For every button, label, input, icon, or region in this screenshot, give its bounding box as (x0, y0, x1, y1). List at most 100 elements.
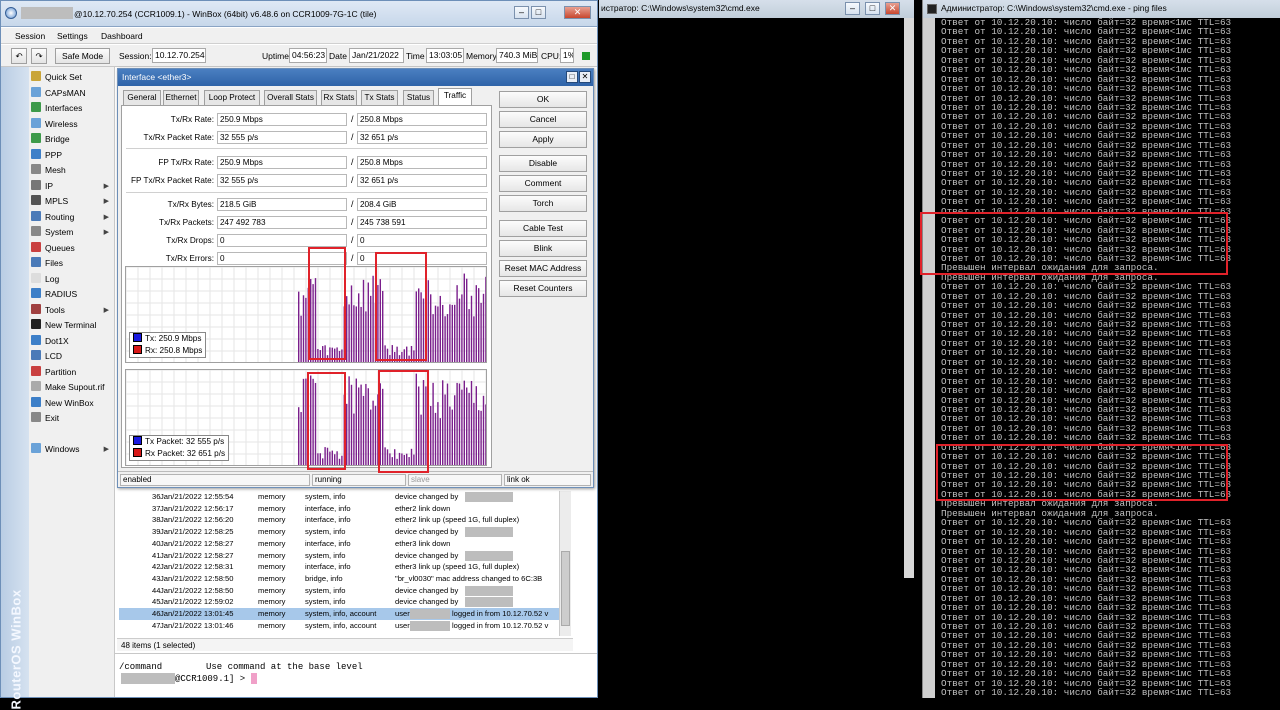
log-row[interactable]: 40 Jan/21/2022 12:58:27 memory interface, i… (119, 538, 569, 550)
cable-test-button[interactable]: Cable Test (499, 220, 587, 237)
sidebar-item-tools[interactable]: Tools ▶ (31, 303, 113, 319)
undo-button[interactable]: ↶ (11, 48, 27, 64)
sidebar-item-radius[interactable]: RADIUS (31, 287, 113, 303)
sidebar-item-quick-set[interactable]: Quick Set (31, 70, 113, 86)
tab-tx-stats[interactable]: Tx Stats (361, 90, 398, 105)
cmd-titlebar[interactable]: истратор: C:\Windows\system32\cmd.exe – … (599, 0, 914, 18)
cmd-scrollbar[interactable] (904, 18, 914, 578)
cmd-ping-titlebar[interactable]: Администратор: C:\Windows\system32\cmd.e… (923, 0, 1280, 18)
tab-loop-protect[interactable]: Loop Protect (204, 90, 260, 105)
sidebar-item-dot1x[interactable]: Dot1X (31, 334, 113, 350)
sidebar-item-capsman[interactable]: CAPsMAN (31, 86, 113, 102)
log-time: Jan/21/2022 12:58:27 (160, 538, 234, 548)
ping-reply-line: Ответ от 10.12.20.10: число байт=32 врем… (941, 395, 1232, 405)
field-separator: / (351, 132, 354, 142)
cancel-button[interactable]: Cancel (499, 111, 587, 128)
disable-button[interactable]: Disable (499, 155, 587, 172)
log-row[interactable]: 36 Jan/21/2022 12:55:54 memory system, info… (119, 491, 569, 503)
minimize-button[interactable]: – (514, 6, 529, 19)
sidebar-item-queues[interactable]: Queues (31, 241, 113, 257)
log-topics: system, info (305, 527, 346, 537)
dialog-titlebar[interactable]: Interface <ether3> □ ✕ (118, 69, 593, 86)
sidebar-item-log[interactable]: Log (31, 272, 113, 288)
log-row[interactable]: 45 Jan/21/2022 12:59:02 memory system, info… (119, 596, 569, 608)
sidebar-item-new-terminal[interactable]: New Terminal (31, 318, 113, 334)
ok-button[interactable]: OK (499, 91, 587, 108)
cmd-close-button[interactable]: ✕ (885, 2, 900, 15)
cmd-window-ping[interactable]: Администратор: C:\Windows\system32\cmd.e… (922, 0, 1280, 698)
maximize-button[interactable]: □ (531, 6, 546, 19)
sidebar-item-system[interactable]: System ▶ (31, 225, 113, 241)
log-scrollbar[interactable] (559, 491, 571, 636)
log-row[interactable]: 41 Jan/21/2022 12:58:27 memory system, info… (119, 550, 569, 562)
close-button[interactable]: ✕ (564, 6, 591, 19)
tab-rx-stats[interactable]: Rx Stats (321, 90, 357, 105)
field-label: Tx/Rx Bytes: (167, 200, 214, 209)
field-rx-value: 245 738 591 (357, 216, 487, 229)
winbox-titlebar[interactable]: @10.12.70.254 (CCR1009.1) - WinBox (64bi… (1, 1, 597, 27)
cpu-label: CPU: (541, 51, 562, 61)
sidebar-item-routing[interactable]: Routing ▶ (31, 210, 113, 226)
log-time: Jan/21/2022 12:55:54 (160, 492, 234, 501)
log-row[interactable]: 43 Jan/21/2022 12:58:50 memory bridge, info… (119, 573, 569, 585)
rx-swatch (133, 448, 142, 457)
reset-counters-button[interactable]: Reset Counters (499, 280, 587, 297)
tab-general[interactable]: General (123, 90, 161, 105)
sidebar-item-exit[interactable]: Exit (31, 411, 113, 427)
tab-status[interactable]: Status (403, 90, 434, 105)
redacted-user (465, 550, 513, 561)
menu-settings[interactable]: Settings (57, 31, 88, 41)
sidebar-item-mesh[interactable]: Mesh (31, 163, 113, 179)
sidebar-item-wireless[interactable]: Wireless (31, 117, 113, 133)
sidebar-item-new-winbox[interactable]: New WinBox (31, 396, 113, 412)
field-label: Tx/Rx Errors: (165, 254, 214, 263)
apply-button[interactable]: Apply (499, 131, 587, 148)
sidebar-item-files[interactable]: Files (31, 256, 113, 272)
sidebar-item-mpls[interactable]: MPLS ▶ (31, 194, 113, 210)
reset-mac-address-button[interactable]: Reset MAC Address (499, 260, 587, 277)
cmd-ping-title: Администратор: C:\Windows\system32\cmd.e… (941, 3, 1167, 13)
partition-icon (31, 366, 41, 376)
log-row[interactable]: 42 Jan/21/2022 12:58:31 memory interface, i… (119, 561, 569, 573)
terminal[interactable]: /command Use command at the base level @… (115, 653, 597, 697)
sidebar-item-ppp[interactable]: PPP (31, 148, 113, 164)
log-message: device changed by (395, 597, 459, 607)
cmd-minimize-button[interactable]: – (845, 2, 860, 15)
tab-traffic[interactable]: Traffic (438, 88, 472, 105)
log-row[interactable]: 44 Jan/21/2022 12:58:50 memory system, info… (119, 585, 569, 597)
sidebar-item-make-supout-rif[interactable]: Make Supout.rif (31, 380, 113, 396)
sidebar-item-interfaces[interactable]: Interfaces (31, 101, 113, 117)
cmd-maximize-button[interactable]: □ (865, 2, 880, 15)
menu-session[interactable]: Session (15, 31, 45, 41)
sidebar-item-ip[interactable]: IP ▶ (31, 179, 113, 195)
log-row[interactable]: 47 Jan/21/2022 13:01:46 memory system, info… (119, 620, 569, 632)
tab-overall-stats[interactable]: Overall Stats (264, 90, 317, 105)
cmd-left-scrollbar[interactable] (923, 18, 935, 698)
dialog-close-button[interactable]: ✕ (579, 71, 591, 83)
log-row[interactable]: 46 Jan/21/2022 13:01:45 memory system, info… (119, 608, 569, 620)
sidebar-item-lcd[interactable]: LCD (31, 349, 113, 365)
traffic-bar (360, 384, 362, 465)
system-icon (31, 226, 41, 236)
dialog-maximize-button[interactable]: □ (566, 71, 578, 83)
sidebar-item-bridge[interactable]: Bridge (31, 132, 113, 148)
traffic-bar (372, 400, 374, 465)
blink-button[interactable]: Blink (499, 240, 587, 257)
traffic-bar (475, 386, 477, 465)
ping-reply-line: Ответ от 10.12.20.10: число байт=32 врем… (941, 357, 1232, 368)
torch-button[interactable]: Torch (499, 195, 587, 212)
cmd-window-background[interactable]: истратор: C:\Windows\system32\cmd.exe – … (599, 0, 914, 698)
log-row[interactable]: 39 Jan/21/2022 12:58:25 memory system, info… (119, 526, 569, 538)
comment-button[interactable]: Comment (499, 175, 587, 192)
redo-button[interactable]: ↷ (31, 48, 47, 64)
log-row[interactable]: 37 Jan/21/2022 12:56:17 memory interface, i… (119, 503, 569, 515)
sidebar-item-partition[interactable]: Partition (31, 365, 113, 381)
safe-mode-button[interactable]: Safe Mode (55, 48, 110, 64)
tab-ethernet[interactable]: Ethernet (163, 90, 199, 105)
traffic-bar (446, 314, 449, 362)
sidebar-item-windows[interactable]: Windows ▶ (31, 442, 113, 458)
menu-dashboard[interactable]: Dashboard (101, 31, 143, 41)
traffic-bar (298, 291, 300, 362)
ping-reply-line: Ответ от 10.12.20.10: число байт=32 врем… (941, 187, 1232, 198)
log-row[interactable]: 38 Jan/21/2022 12:56:20 memory interface, i… (119, 514, 569, 526)
